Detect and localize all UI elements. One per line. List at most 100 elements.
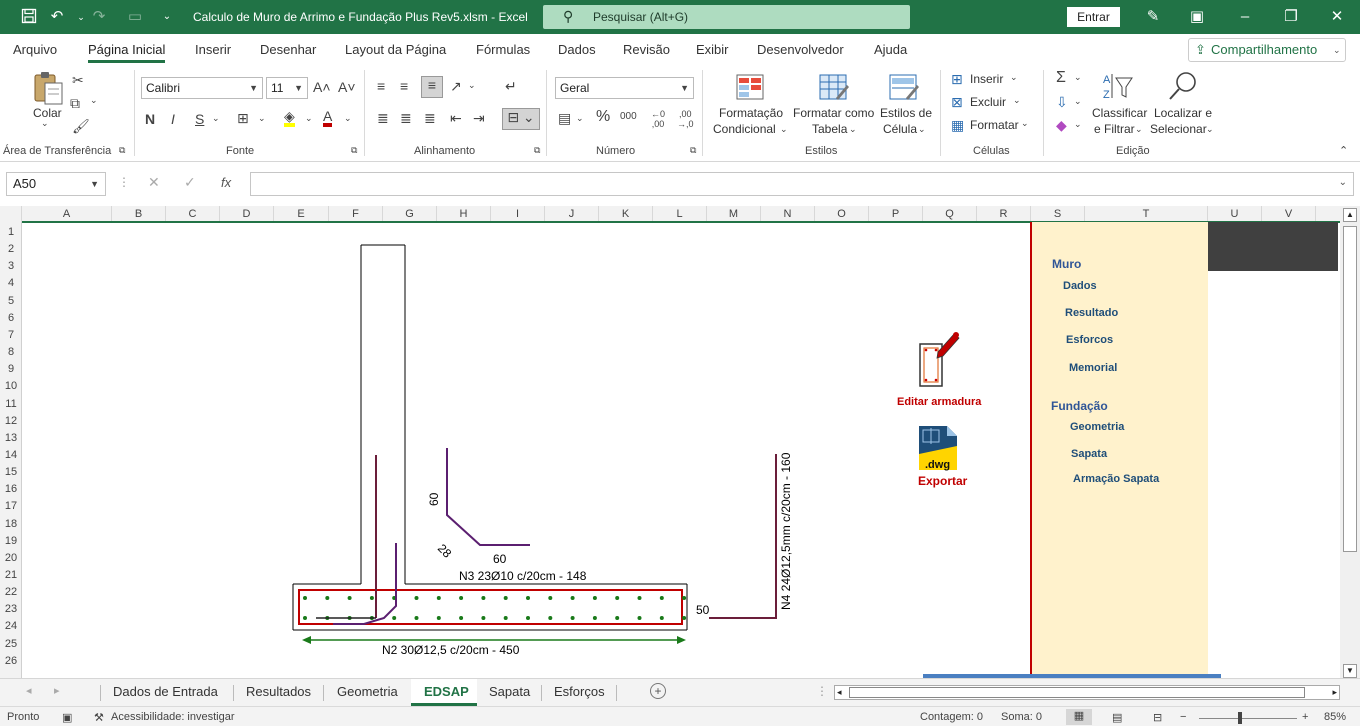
customize-toolbar-icon[interactable]: ⌄ xyxy=(158,8,176,26)
font-grow-icon[interactable]: A˄ xyxy=(313,79,331,95)
tab-ajuda[interactable]: Ajuda xyxy=(874,42,907,57)
number-format-combo[interactable]: Geral ▼ xyxy=(555,77,694,99)
sort-filter-label-1[interactable]: Classificar xyxy=(1092,106,1147,120)
borders-icon[interactable]: ⊞ xyxy=(237,110,249,127)
nav-link-geometria[interactable]: Geometria xyxy=(1070,421,1124,433)
conditional-formatting-icon[interactable] xyxy=(735,72,767,102)
font-size-combo[interactable]: 11 ▼ xyxy=(266,77,308,99)
column-header[interactable]: T xyxy=(1085,206,1208,222)
tab-layout[interactable]: Layout da Página xyxy=(345,42,446,57)
align-left-icon[interactable]: ≣ xyxy=(377,110,389,127)
tab-desenhar[interactable]: Desenhar xyxy=(260,42,316,57)
scroll-right-icon[interactable]: ▸ xyxy=(1332,686,1337,699)
fill-icon[interactable]: ⇩ xyxy=(1056,94,1068,111)
clear-icon[interactable]: ◆ xyxy=(1056,117,1067,134)
borders-dropdown-icon[interactable]: ⌄ xyxy=(258,113,266,124)
accessibility-status[interactable]: Acessibilidade: investigar xyxy=(111,711,235,723)
zoom-slider-thumb[interactable] xyxy=(1238,712,1242,724)
find-select-label-2[interactable]: Selecionar xyxy=(1150,122,1207,136)
alignment-launcher-icon[interactable]: ⧉ xyxy=(534,145,540,156)
copy-dropdown-icon[interactable]: ⌄ xyxy=(90,95,98,106)
horizontal-scroll-thumb[interactable] xyxy=(849,687,1305,698)
cell-styles-icon[interactable] xyxy=(888,72,920,102)
font-shrink-icon[interactable]: A˅ xyxy=(338,79,356,95)
align-middle-icon[interactable]: ≡ xyxy=(400,78,408,94)
thousands-icon[interactable]: 000 xyxy=(620,111,637,122)
insert-cells-button[interactable]: Inserir xyxy=(970,72,1003,86)
format-table-label-2[interactable]: Tabela xyxy=(812,122,847,136)
save-icon[interactable] xyxy=(20,8,38,26)
autosum-icon[interactable]: Σ xyxy=(1056,69,1066,87)
zoom-level[interactable]: 85% xyxy=(1324,711,1346,723)
currency-icon[interactable]: ▤ xyxy=(558,110,571,127)
column-header[interactable]: V xyxy=(1262,206,1316,222)
italic-button[interactable]: I xyxy=(171,111,175,127)
find-select-label-1[interactable]: Localizar e xyxy=(1154,106,1212,120)
sheet-tab-geometria[interactable]: Geometria xyxy=(337,684,398,699)
vertical-scrollbar[interactable]: ▲ ▼ xyxy=(1340,206,1360,678)
underline-dropdown-icon[interactable]: ⌄ xyxy=(212,113,220,124)
align-bottom-icon[interactable]: ≡ xyxy=(421,76,443,98)
tab-formulas[interactable]: Fórmulas xyxy=(476,42,530,57)
align-top-icon[interactable]: ≡ xyxy=(377,78,385,94)
conditional-label-2[interactable]: Condicional xyxy=(713,122,776,136)
expand-formula-icon[interactable]: ⌄ xyxy=(1339,177,1347,188)
tab-arquivo[interactable]: Arquivo xyxy=(13,42,57,57)
delete-cells-icon[interactable]: ⊠ xyxy=(951,94,963,111)
scroll-down-icon[interactable]: ▼ xyxy=(1343,664,1357,678)
add-sheet-icon[interactable]: + xyxy=(650,683,666,699)
sheet-tab-resultados[interactable]: Resultados xyxy=(246,684,311,699)
export-label[interactable]: Exportar xyxy=(918,474,967,488)
sort-filter-label-2[interactable]: e Filtrar xyxy=(1094,122,1135,136)
tab-dados[interactable]: Dados xyxy=(558,42,596,57)
bold-button[interactable]: N xyxy=(145,111,155,127)
orientation-dropdown-icon[interactable]: ⌄ xyxy=(468,80,476,91)
scroll-left-icon[interactable]: ◂ xyxy=(837,686,842,699)
align-center-icon[interactable]: ≣ xyxy=(400,110,412,127)
nav-link-sapata[interactable]: Sapata xyxy=(1071,448,1107,460)
column-header[interactable]: U xyxy=(1208,206,1262,222)
zoom-in-icon[interactable]: + xyxy=(1302,711,1308,723)
minimize-icon[interactable]: – xyxy=(1236,8,1254,26)
format-table-label-1[interactable]: Formatar como xyxy=(793,106,874,120)
function-icon[interactable]: fx xyxy=(221,175,231,190)
cut-icon[interactable]: ✂ xyxy=(72,72,84,89)
align-right-icon[interactable]: ≣ xyxy=(424,110,436,127)
formula-input[interactable]: ⌄ xyxy=(250,172,1354,196)
sheet-tab-esforcos[interactable]: Esforços xyxy=(554,684,605,699)
tab-pagina-inicial[interactable]: Página Inicial xyxy=(88,42,166,63)
paste-icon[interactable] xyxy=(30,70,66,106)
nav-link-esforcos[interactable]: Esforcos xyxy=(1066,334,1113,346)
undo-icon[interactable]: ↶ xyxy=(48,8,66,26)
search-box[interactable]: ⚲ Pesquisar (Alt+G) xyxy=(543,5,910,29)
tab-exibir[interactable]: Exibir xyxy=(696,42,729,57)
sheet-tab-edsap[interactable]: EDSAP xyxy=(424,684,469,699)
signin-button[interactable]: Entrar xyxy=(1067,7,1120,27)
sort-filter-icon[interactable]: AZ xyxy=(1101,70,1135,102)
font-launcher-icon[interactable]: ⧉ xyxy=(351,145,357,156)
conditional-label-1[interactable]: Formatação xyxy=(719,106,783,120)
redo-icon[interactable]: ↷ xyxy=(90,8,108,26)
undo-dropdown-icon[interactable]: ⌄ xyxy=(72,8,90,26)
normal-view-icon[interactable]: ▦ xyxy=(1066,709,1092,725)
maximize-icon[interactable]: ❐ xyxy=(1282,8,1300,26)
delete-cells-button[interactable]: Excluir xyxy=(970,95,1006,109)
cell-styles-label-2[interactable]: Célula xyxy=(883,122,917,136)
clipboard-launcher-icon[interactable]: ⧉ xyxy=(119,145,125,156)
currency-dropdown-icon[interactable]: ⌄ xyxy=(576,113,584,124)
worksheet-grid[interactable]: A B C D E F G H I J K L M N O P Q R S T … xyxy=(0,206,1340,678)
nav-link-dados[interactable]: Dados xyxy=(1063,280,1097,292)
sheet-tab-sapata[interactable]: Sapata xyxy=(489,684,530,699)
clear-dropdown-icon[interactable]: ⌄ xyxy=(1074,119,1082,130)
macro-record-icon[interactable]: ▣ xyxy=(62,711,72,724)
vertical-scroll-thumb[interactable] xyxy=(1343,226,1357,552)
enter-icon[interactable]: ✓ xyxy=(184,174,196,191)
fill-dropdown-icon[interactable]: ⌄ xyxy=(305,113,313,124)
autosum-dropdown-icon[interactable]: ⌄ xyxy=(1074,72,1082,83)
format-cells-icon[interactable]: ▦ xyxy=(951,117,964,134)
nav-link-memorial[interactable]: Memorial xyxy=(1069,362,1117,374)
page-layout-icon[interactable]: ▤ xyxy=(1112,711,1122,724)
zoom-out-icon[interactable]: − xyxy=(1180,711,1186,723)
collapse-ribbon-icon[interactable]: ⌃ xyxy=(1339,144,1348,157)
ribbon-display-icon[interactable]: ▣ xyxy=(1188,8,1206,26)
